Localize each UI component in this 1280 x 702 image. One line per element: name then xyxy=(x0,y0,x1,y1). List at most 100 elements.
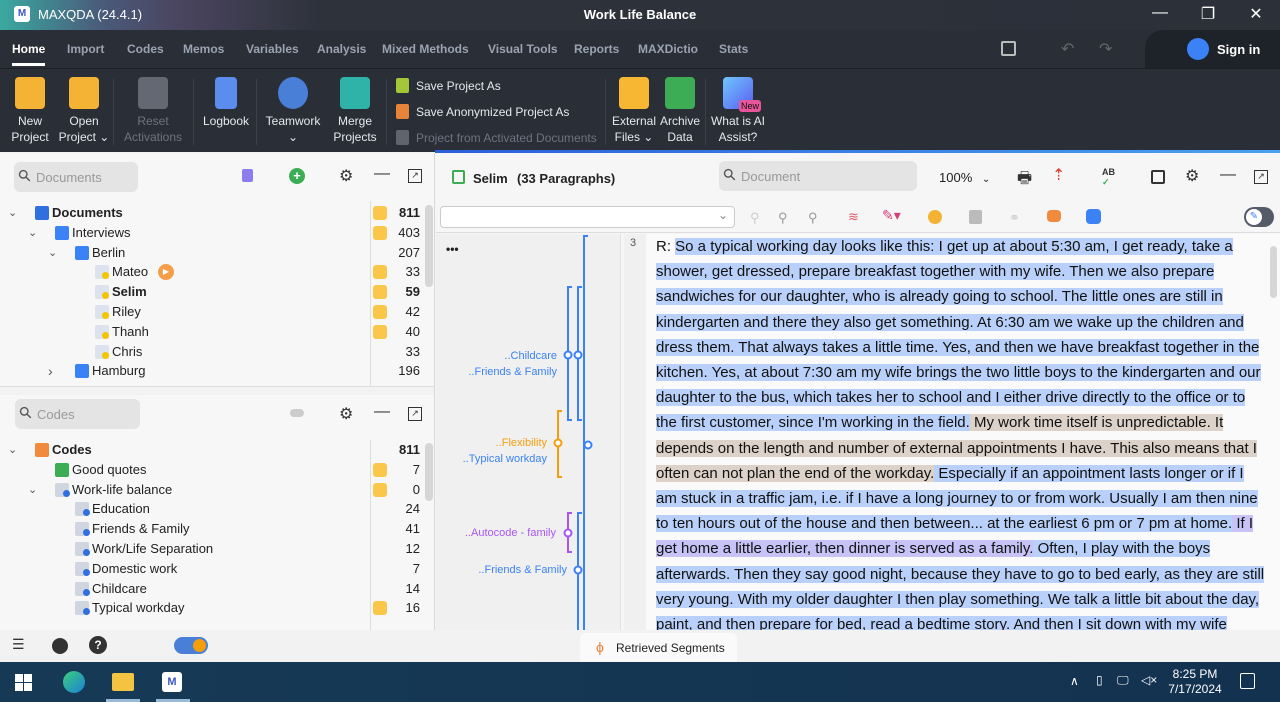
code-row-work-life-balance[interactable]: ⌄ Work-life balance 0 xyxy=(0,480,420,500)
code-label-typical-workday[interactable]: ..Typical workday xyxy=(463,453,547,465)
doc-row-hamburg[interactable]: › Hamburg 196 xyxy=(0,361,420,381)
tab-variables[interactable]: Variables xyxy=(246,42,299,56)
battery-icon[interactable]: ▯ xyxy=(1096,673,1103,687)
link-icon[interactable]: ⚭ xyxy=(1009,210,1020,226)
panel-icon[interactable] xyxy=(1151,170,1165,184)
help-icon[interactable]: ? xyxy=(89,636,107,654)
code-select[interactable]: ⌄ xyxy=(440,206,735,228)
code-row-childcare[interactable]: Childcare 14 xyxy=(0,579,420,599)
restore-button[interactable]: ❐ xyxy=(1193,4,1223,26)
file-explorer-icon[interactable] xyxy=(112,673,134,691)
code-label-flexibility[interactable]: ..Flexibility xyxy=(496,437,547,449)
doc-row-interviews[interactable]: ⌄ Interviews 403 xyxy=(0,223,420,243)
chevron-icon[interactable]: ⌄ xyxy=(8,440,17,460)
document-text[interactable]: 3 R: So a typical working day looks like… xyxy=(624,234,1280,630)
volume-muted-icon[interactable]: ◁× xyxy=(1141,673,1157,687)
new-project-button[interactable]: New Project xyxy=(8,77,52,145)
tab-visual-tools[interactable]: Visual Tools xyxy=(488,42,558,56)
doc-row-mateo[interactable]: Mateo ▶ 33 xyxy=(0,262,420,282)
minimize-pane-icon[interactable]: — xyxy=(374,165,390,183)
undock-icon[interactable]: ↗ xyxy=(408,169,422,183)
emoji-icon[interactable] xyxy=(928,210,942,224)
print-icon[interactable]: 🖶 xyxy=(1017,167,1032,194)
undock-icon[interactable]: ↗ xyxy=(408,407,422,421)
highlighter-icon[interactable]: ✎▾ xyxy=(882,207,901,224)
maxqda-taskbar-icon[interactable]: M xyxy=(162,672,182,692)
code-label-friends-family-2[interactable]: ..Friends & Family xyxy=(478,564,567,576)
documents-search-input[interactable]: Documents xyxy=(14,162,138,192)
close-button[interactable]: ✕ xyxy=(1241,4,1271,26)
paragraph-text[interactable]: R: So a typical working day looks like t… xyxy=(656,234,1266,630)
merge-projects-button[interactable]: Merge Projects xyxy=(330,77,380,145)
minimize-pane-icon[interactable]: — xyxy=(1220,166,1236,184)
undock-icon[interactable]: ↗ xyxy=(1254,170,1268,184)
mode-toggle[interactable] xyxy=(174,637,208,654)
play-icon[interactable]: ▶ xyxy=(158,264,174,281)
minimize-pane-icon[interactable]: — xyxy=(374,403,390,421)
layout-icon[interactable] xyxy=(1001,41,1016,56)
emoticode-icon[interactable]: ≋ xyxy=(848,209,859,225)
chevron-icon[interactable]: ⌄ xyxy=(28,223,37,243)
settings-icon[interactable]: ⚙ xyxy=(339,166,353,186)
sliders-icon[interactable]: ☰ xyxy=(12,636,25,653)
code-label-autocode[interactable]: ..Autocode - family xyxy=(465,527,556,539)
external-files-button[interactable]: External Files ⌄ xyxy=(610,77,658,145)
code-row-good-quotes[interactable]: Good quotes 7 xyxy=(0,460,420,480)
minimize-button[interactable]: — xyxy=(1145,4,1175,26)
code-icon[interactable]: ⚲ xyxy=(750,210,760,226)
codes-scrollbar[interactable] xyxy=(425,443,433,501)
network-icon[interactable]: 🖵 xyxy=(1117,673,1129,688)
redo-icon[interactable]: ↷ xyxy=(1099,39,1112,59)
documents-scrollbar[interactable] xyxy=(425,205,433,287)
tab-analysis[interactable]: Analysis xyxy=(317,42,366,56)
tray-chevron-icon[interactable]: ∧ xyxy=(1070,674,1079,688)
chevron-icon[interactable]: › xyxy=(48,361,53,381)
teamwork-button[interactable]: Teamwork ⌄ xyxy=(262,77,324,145)
document-search-input[interactable]: Document xyxy=(719,161,917,191)
spellcheck-icon[interactable]: AB ✓ xyxy=(1102,167,1115,188)
export-icon[interactable]: ⇡ xyxy=(1052,165,1065,185)
new-document-icon[interactable] xyxy=(242,169,253,182)
code-add-icon[interactable]: ⚲ xyxy=(778,210,788,226)
code-row-domestic-work[interactable]: Domestic work 7 xyxy=(0,559,420,579)
doc-row-chris[interactable]: Chris 33 xyxy=(0,342,420,362)
retrieved-segments-tab[interactable]: ϕ Retrieved Segments xyxy=(580,633,737,662)
comment-icon[interactable] xyxy=(1047,210,1061,222)
edge-icon[interactable] xyxy=(63,671,85,693)
start-icon[interactable] xyxy=(15,674,32,691)
sign-in-button[interactable]: Sign in xyxy=(1145,30,1280,68)
add-document-icon[interactable]: + xyxy=(289,168,305,184)
doc-row-riley[interactable]: Riley 42 xyxy=(0,302,420,322)
coded-segment[interactable]: So a typical working day looks like this… xyxy=(656,238,1261,432)
tab-reports[interactable]: Reports xyxy=(574,42,619,56)
save-project-as-button[interactable]: Save Project As xyxy=(396,78,501,93)
tab-home[interactable]: Home xyxy=(12,42,46,66)
doc-row-documents[interactable]: ⌄ Documents 811 xyxy=(0,203,420,223)
new-code-icon[interactable] xyxy=(290,409,304,417)
undo-icon[interactable]: ↶ xyxy=(1061,39,1074,59)
doc-row-berlin[interactable]: ⌄ Berlin 207 xyxy=(0,243,420,263)
code-row-typical-workday[interactable]: Typical workday 16 xyxy=(0,598,420,618)
archive-data-button[interactable]: Archive Data xyxy=(659,77,701,145)
code-row-friends-family[interactable]: Friends & Family 41 xyxy=(0,519,420,539)
chat-icon[interactable] xyxy=(52,638,68,654)
pane-splitter[interactable] xyxy=(0,386,434,395)
chevron-icon[interactable]: ⌄ xyxy=(48,243,57,263)
tab-stats[interactable]: Stats xyxy=(719,42,748,56)
codes-search-input[interactable]: Codes xyxy=(15,399,140,429)
logbook-button[interactable]: Logbook xyxy=(200,77,252,129)
chevron-icon[interactable]: ⌄ xyxy=(8,203,17,223)
clock[interactable]: 8:25 PM 7/17/2024 xyxy=(1165,667,1225,697)
notifications-icon[interactable] xyxy=(1240,673,1255,689)
open-project-button[interactable]: Open Project ⌄ xyxy=(58,77,110,145)
ai-assist-icon[interactable] xyxy=(1086,209,1101,224)
settings-icon[interactable]: ⚙ xyxy=(339,404,353,424)
code-label-friends-family[interactable]: ..Friends & Family xyxy=(468,366,557,378)
code-row-education[interactable]: Education 24 xyxy=(0,499,420,519)
doc-row-selim[interactable]: Selim 59 xyxy=(0,282,420,302)
code-row-codes[interactable]: ⌄ Codes 811 xyxy=(0,440,420,460)
ai-assist-button[interactable]: New What is AI Assist? xyxy=(708,77,768,145)
tab-memos[interactable]: Memos xyxy=(183,42,224,56)
edit-mode-toggle[interactable]: ✎ xyxy=(1244,207,1274,227)
tab-maxdictio[interactable]: MAXDictio xyxy=(638,42,698,56)
